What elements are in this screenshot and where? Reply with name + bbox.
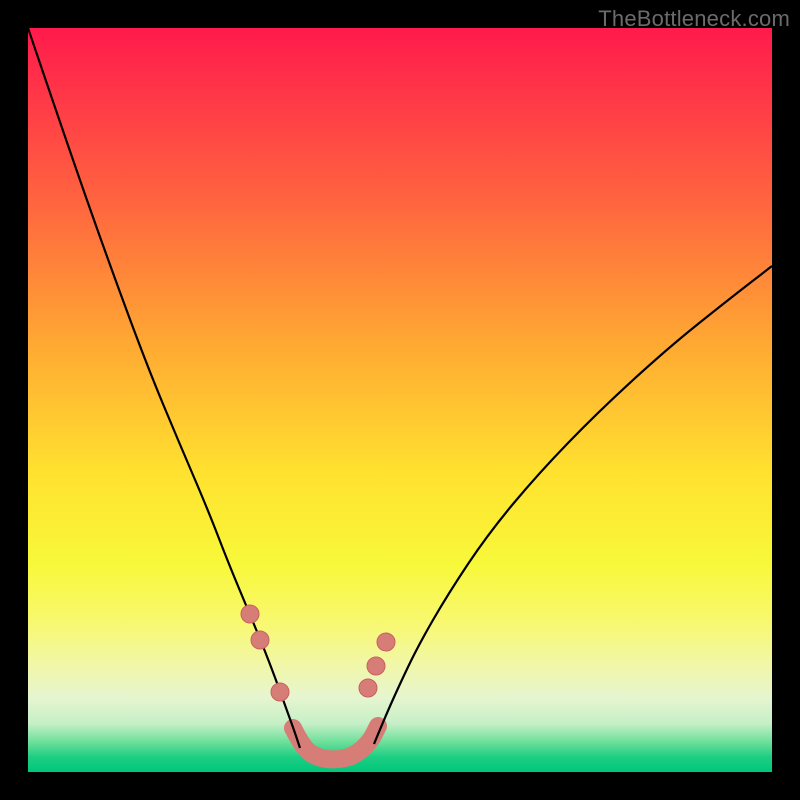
chart-svg	[28, 28, 772, 772]
curve-marker	[367, 657, 385, 675]
curve-markers	[241, 605, 395, 701]
right-curve	[374, 266, 772, 744]
trough-highlight	[293, 726, 378, 759]
watermark-text: TheBottleneck.com	[598, 6, 790, 32]
curve-marker	[359, 679, 377, 697]
curve-marker	[251, 631, 269, 649]
curve-marker	[241, 605, 259, 623]
plot-area	[28, 28, 772, 772]
curve-marker	[271, 683, 289, 701]
curve-marker	[377, 633, 395, 651]
